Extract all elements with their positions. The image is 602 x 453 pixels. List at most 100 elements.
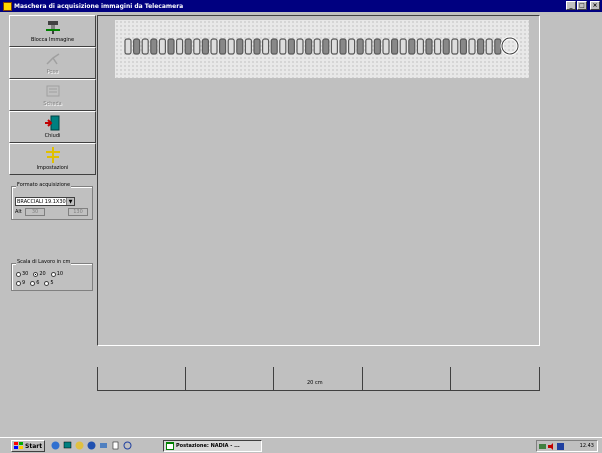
chain-link <box>373 38 381 55</box>
media-icon[interactable] <box>123 441 132 450</box>
chain-link <box>158 38 167 55</box>
chain-link <box>313 38 321 55</box>
taskbar-window-button[interactable]: Postazione: NADIA - ... <box>163 440 262 452</box>
card-icon <box>43 83 63 99</box>
chain-link <box>451 38 459 55</box>
chain-link <box>330 38 338 55</box>
scale-option-label: 10 <box>56 271 64 277</box>
card-button[interactable]: Scheda <box>9 79 96 111</box>
network-tray-icon[interactable] <box>539 443 546 450</box>
close-button[interactable]: × <box>590 1 600 10</box>
chain-link <box>133 38 141 55</box>
radio-dot-selected <box>33 271 39 277</box>
chain-link <box>442 38 450 55</box>
camera-image-panel <box>97 15 540 346</box>
chain-link <box>262 38 270 55</box>
freeze-image-button[interactable]: Blocca Immagine <box>9 15 96 47</box>
pose-icon <box>43 51 63 67</box>
chain-link <box>141 38 149 55</box>
app-window-icon <box>166 442 174 450</box>
start-button[interactable]: Start <box>11 440 45 452</box>
alt-input-1[interactable]: 30 <box>25 208 45 216</box>
bracelet-image <box>124 36 520 56</box>
chain-link <box>218 38 227 55</box>
radio-dot <box>16 271 21 277</box>
chain-link <box>416 38 424 55</box>
volume-tray-icon[interactable] <box>548 442 555 450</box>
chain-link <box>150 38 158 55</box>
alt-label: Alt <box>15 209 22 215</box>
quick-launch <box>51 441 132 450</box>
freeze-image-label: Blocca Immagine <box>30 37 75 43</box>
ruler-tick <box>450 367 451 391</box>
scale-option-label: 30 <box>22 271 29 277</box>
browser-icon[interactable] <box>51 441 60 450</box>
radio-dot <box>44 280 50 286</box>
ruler-tick <box>362 367 363 391</box>
antivirus-tray-icon[interactable] <box>557 442 564 450</box>
chevron-down-icon[interactable]: ▼ <box>66 198 74 205</box>
ruler-tick <box>273 367 274 391</box>
chain-link <box>485 38 493 55</box>
card-label: Scheda <box>43 101 62 107</box>
chain-link <box>356 38 364 55</box>
chain-link <box>167 38 175 55</box>
acquisition-format-title: Formato acquisizione <box>16 182 72 188</box>
scale-radio-30[interactable]: 30 <box>16 271 28 277</box>
settings-label: Impostazioni <box>36 165 69 171</box>
globe-icon[interactable] <box>87 441 96 450</box>
exit-door-icon <box>43 115 63 131</box>
chain-link <box>193 38 201 55</box>
chain-link <box>494 38 502 55</box>
chain-link <box>382 38 390 55</box>
exit-button[interactable]: Chiudi <box>9 111 96 143</box>
chain-link <box>236 38 244 55</box>
radio-dot <box>16 280 21 286</box>
network-icon[interactable] <box>99 441 108 450</box>
camera-icon <box>43 19 63 35</box>
scale-radio-9[interactable]: 9 <box>16 280 25 286</box>
taskbar-window-label: Postazione: NADIA - ... <box>176 443 240 449</box>
chain-link <box>253 38 261 55</box>
ruler-baseline <box>97 390 540 391</box>
chain-link <box>270 38 278 55</box>
chain-link <box>459 38 467 55</box>
radio-dot <box>30 280 36 286</box>
chain-link <box>477 38 485 55</box>
scale-radio-6[interactable]: 6 <box>30 280 39 286</box>
chain-link <box>322 38 330 55</box>
ruler-tick <box>185 367 186 391</box>
settings-button[interactable]: Impostazioni <box>9 143 96 175</box>
scale-radio-10[interactable]: 10 <box>50 271 64 277</box>
chain-link <box>425 38 433 55</box>
radio-dot <box>50 271 56 277</box>
system-tray: 12.43 <box>536 440 598 452</box>
chain-link <box>339 38 347 55</box>
chain-link <box>296 38 304 55</box>
chain-link <box>184 38 192 55</box>
taskbar: Start Postazione: NADIA - ... 12.43 <box>0 437 602 453</box>
outlook-icon[interactable] <box>75 441 84 450</box>
chain-link <box>399 38 407 55</box>
alt-input-2[interactable]: 130 <box>68 208 88 216</box>
windows-logo-icon <box>14 442 23 449</box>
desktop-icon[interactable] <box>63 441 72 450</box>
chain-link <box>434 38 442 55</box>
maximize-button[interactable]: □ <box>577 1 587 10</box>
scale-radio-5[interactable]: 5 <box>44 280 54 286</box>
scale-option-label: 5 <box>50 280 54 286</box>
chain-link <box>210 38 218 55</box>
pose-button[interactable]: Pose <box>9 47 96 79</box>
scale-option-label: 20 <box>39 271 46 277</box>
ruler-label: 20 cm <box>307 380 323 386</box>
minimize-button[interactable]: _ <box>566 1 576 10</box>
document-icon[interactable] <box>111 441 120 450</box>
scale-group: Scala di Lavoro in cm 30 20 10 9 6 5 <box>11 259 93 291</box>
format-select[interactable]: BRACCIALI 19.1X30 ▼ <box>15 197 75 206</box>
scale-radio-20[interactable]: 20 <box>33 271 46 277</box>
scale-title: Scala di Lavoro in cm <box>16 259 72 265</box>
chain-link <box>279 38 287 55</box>
title-bar: Maschera di acquisizione immagini da Tel… <box>0 0 602 12</box>
pose-label: Pose <box>46 69 59 75</box>
start-label: Start <box>25 442 43 450</box>
